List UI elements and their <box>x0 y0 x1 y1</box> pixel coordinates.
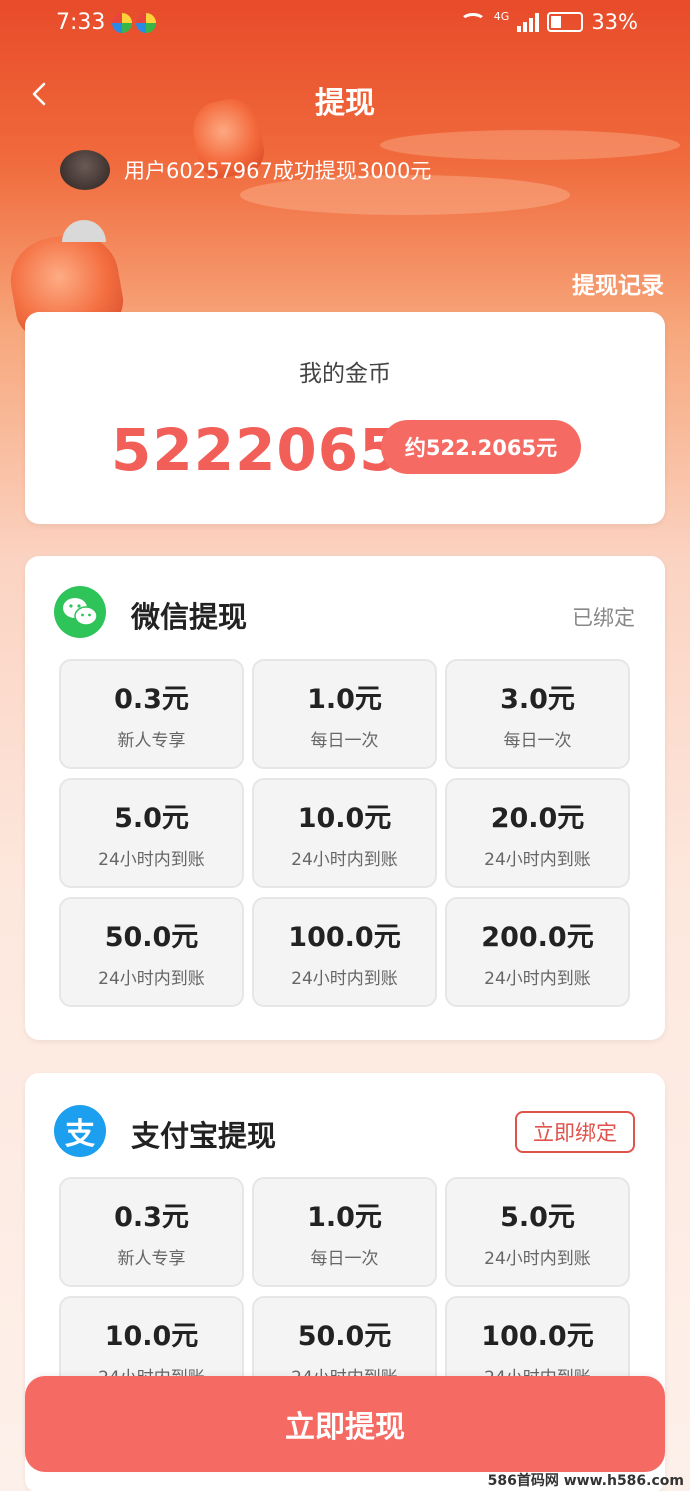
option-amount: 0.3元 <box>114 684 189 715</box>
wechat-amount-grid: 0.3元新人专享 1.0元每日一次 3.0元每日一次 5.0元 24小时内到账 1… <box>59 659 630 1007</box>
bind-alipay-button[interactable]: 立即绑定 <box>515 1111 635 1153</box>
network-type: 4G <box>493 10 510 23</box>
avatar <box>62 220 106 242</box>
coin-balance-card: 我的金币 5222065 约522.2065元 <box>25 312 665 524</box>
option-amount: 10.0元 <box>297 803 392 834</box>
status-bar: 7:33 4G 33% <box>0 0 690 48</box>
wechat-bound-status: 已绑定 <box>572 606 635 630</box>
status-indicators: 4G 33% <box>459 10 638 34</box>
app-notification-icon <box>136 13 156 33</box>
option-amount: 0.3元 <box>114 1202 189 1233</box>
amount-option[interactable]: 20.0元 24小时内到账 <box>445 778 630 888</box>
option-amount: 100.0元 <box>288 922 401 953</box>
wechat-icon <box>54 586 106 638</box>
cny-equivalent-badge: 约522.2065元 <box>381 420 581 474</box>
ticker-text: 用户60257967成功提现3000元 <box>124 159 432 183</box>
withdraw-ticker: 用户60257967成功提现3000元 <box>60 150 431 190</box>
option-amount: 1.0元 <box>307 1202 382 1233</box>
option-note: 24小时内到账 <box>484 850 591 870</box>
amount-option[interactable]: 5.0元 24小时内到账 <box>445 1177 630 1287</box>
status-time: 7:33 <box>56 10 106 35</box>
wifi-icon <box>459 13 486 31</box>
withdraw-now-button[interactable]: 立即提现 <box>25 1376 665 1472</box>
signal-icon <box>517 12 540 32</box>
alipay-icon: 支 <box>54 1105 106 1157</box>
option-amount: 5.0元 <box>500 1202 575 1233</box>
option-amount: 1.0元 <box>307 684 382 715</box>
amount-option[interactable]: 10.0元 24小时内到账 <box>252 778 437 888</box>
option-amount: 20.0元 <box>490 803 585 834</box>
avatar <box>60 150 110 190</box>
option-note: 新人专享 <box>117 1249 186 1269</box>
coin-label: 我的金币 <box>299 361 391 387</box>
app-notification-icon <box>112 13 132 33</box>
alipay-section-title: 支付宝提现 <box>131 1119 277 1153</box>
option-amount: 3.0元 <box>500 684 575 715</box>
wechat-withdraw-card: 微信提现 已绑定 0.3元新人专享 1.0元每日一次 3.0元每日一次 5.0元… <box>25 556 665 1040</box>
option-note: 每日一次 <box>503 731 572 751</box>
option-note: 新人专享 <box>117 731 186 751</box>
amount-option[interactable]: 3.0元每日一次 <box>445 659 630 769</box>
notification-icons <box>112 13 156 33</box>
watermark: 586首码网 www.h586.com <box>487 1473 684 1489</box>
option-note: 24小时内到账 <box>484 969 591 989</box>
option-note: 每日一次 <box>310 731 379 751</box>
alipay-amount-grid: 0.3元新人专享 1.0元每日一次 5.0元 24小时内到账 10.0元 24小时内… <box>59 1177 630 1406</box>
battery-percent: 33% <box>591 10 638 34</box>
amount-option[interactable]: 1.0元每日一次 <box>252 1177 437 1287</box>
option-amount: 100.0元 <box>481 1321 594 1352</box>
amount-option[interactable]: 0.3元新人专享 <box>59 1177 244 1287</box>
battery-icon <box>547 12 584 32</box>
amount-option[interactable]: 1.0元每日一次 <box>252 659 437 769</box>
amount-option[interactable]: 50.0元 24小时内到账 <box>59 897 244 1007</box>
amount-option[interactable]: 5.0元 24小时内到账 <box>59 778 244 888</box>
coin-amount: 5222065 <box>111 416 401 484</box>
option-note: 24小时内到账 <box>291 850 398 870</box>
option-amount: 5.0元 <box>114 803 189 834</box>
option-amount: 200.0元 <box>481 922 594 953</box>
amount-option[interactable]: 200.0元 24小时内到账 <box>445 897 630 1007</box>
amount-option[interactable]: 0.3元新人专享 <box>59 659 244 769</box>
option-amount: 50.0元 <box>297 1321 392 1352</box>
withdraw-records-link[interactable]: 提现记录 <box>572 266 664 300</box>
option-note: 24小时内到账 <box>291 969 398 989</box>
option-note: 24小时内到账 <box>98 969 205 989</box>
amount-option[interactable]: 100.0元 24小时内到账 <box>252 897 437 1007</box>
option-note: 24小时内到账 <box>484 1249 591 1269</box>
option-note: 每日一次 <box>310 1249 379 1269</box>
option-amount: 50.0元 <box>104 922 199 953</box>
wechat-section-title: 微信提现 <box>131 600 248 634</box>
option-note: 24小时内到账 <box>98 850 205 870</box>
page-title: 提现 <box>315 86 375 121</box>
option-amount: 10.0元 <box>104 1321 199 1352</box>
